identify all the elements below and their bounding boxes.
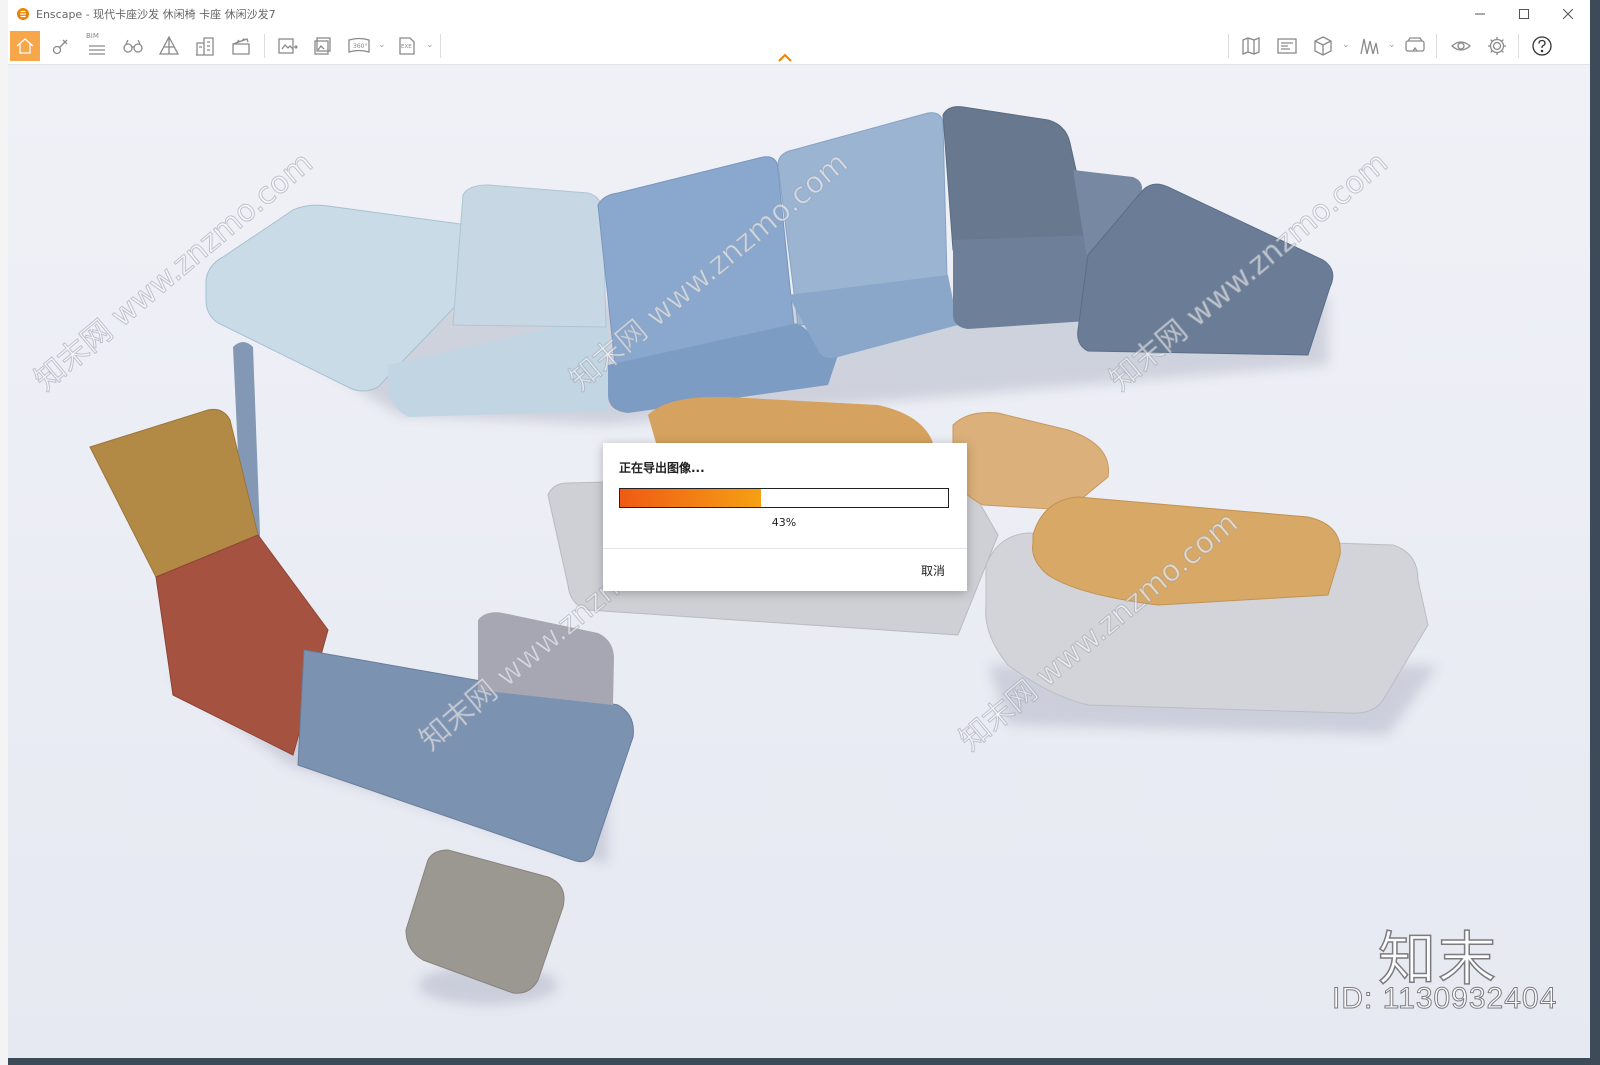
toolbar-separator <box>440 34 441 58</box>
buildings-icon <box>196 37 214 56</box>
visual-settings-button[interactable] <box>1354 31 1384 61</box>
progress-percent-label: 43% <box>771 516 797 529</box>
batch-render-icon <box>314 37 331 55</box>
binoculars-icon <box>123 39 143 53</box>
bim-label: BIM <box>86 32 99 40</box>
perspective-button[interactable] <box>154 31 184 61</box>
home-button[interactable] <box>10 31 40 61</box>
help-icon <box>1532 36 1552 56</box>
toolbar: BIM 360° ⌄ EXE ⌄ ⌄ ⌄ <box>8 28 1590 65</box>
enscape-logo-icon <box>17 8 29 20</box>
walk-mode-button[interactable] <box>118 31 148 61</box>
cancel-button[interactable]: 取消 <box>921 562 945 579</box>
help-button[interactable] <box>1527 31 1557 61</box>
watermark-id: ID: 1130932404 <box>1331 982 1558 1016</box>
dialog-title: 正在导出图像... <box>619 461 705 475</box>
cube-button[interactable] <box>1308 31 1338 61</box>
map-button[interactable] <box>1236 31 1266 61</box>
toolbar-separator <box>1436 34 1437 58</box>
dialog-divider <box>603 548 967 549</box>
vr-headset-button[interactable] <box>1400 31 1430 61</box>
toolbar-separator <box>1518 34 1519 58</box>
exe-label: EXE <box>401 44 412 50</box>
toolbar-separator <box>1228 34 1229 58</box>
small-ottoman <box>405 849 565 994</box>
visual-settings-icon <box>1360 38 1379 55</box>
home-icon <box>16 38 34 54</box>
paint-icon <box>52 39 68 55</box>
maximize-icon <box>1519 9 1529 19</box>
settings-button[interactable] <box>1482 31 1512 61</box>
toolbar-separator <box>264 34 265 58</box>
minimize-button[interactable] <box>1458 0 1502 28</box>
buildings-button[interactable] <box>190 31 220 61</box>
perspective-icon <box>158 35 180 55</box>
collapse-toolbar-button[interactable] <box>776 48 794 62</box>
window-controls <box>1458 0 1590 28</box>
sketch-mode-button[interactable] <box>1272 31 1302 61</box>
screenshot-icon <box>278 38 298 54</box>
material-paint-button[interactable] <box>46 31 76 61</box>
eye-icon <box>1451 41 1471 51</box>
background-window-edge <box>0 0 8 1065</box>
minimize-icon <box>1475 13 1485 15</box>
window-title: Enscape - 现代卡座沙发 休闲椅 卡座 休闲沙发7 <box>36 8 276 21</box>
cube-icon <box>1314 36 1332 56</box>
export-progress-dialog: 正在导出图像... 43% 取消 <box>603 443 967 591</box>
gear-icon <box>1488 37 1506 55</box>
title-bar: Enscape - 现代卡座沙发 休闲椅 卡座 休闲沙发7 <box>8 0 1590 28</box>
maximize-button[interactable] <box>1502 0 1546 28</box>
progress-bar <box>619 488 949 508</box>
batch-render-button[interactable] <box>308 31 338 61</box>
clapper-icon <box>232 38 250 55</box>
close-button[interactable] <box>1546 0 1590 28</box>
panorama-button[interactable]: 360° <box>344 31 374 61</box>
vr-headset-icon <box>1405 37 1425 52</box>
export-dropdown-icon[interactable]: ⌄ <box>426 40 434 50</box>
progress-bar-fill <box>620 489 762 507</box>
bim-button[interactable]: BIM <box>82 31 112 61</box>
map-icon <box>1242 37 1260 55</box>
panorama-icon: 360° <box>348 37 370 53</box>
panorama-dropdown-icon[interactable]: ⌄ <box>378 40 386 50</box>
export-exe-icon: EXE <box>399 37 415 55</box>
export-exe-button[interactable]: EXE <box>392 31 422 61</box>
sketch-icon <box>1277 38 1297 54</box>
chevron-up-icon <box>778 53 792 62</box>
close-icon <box>1563 9 1573 19</box>
visual-dropdown-icon[interactable]: ⌄ <box>1388 40 1396 50</box>
render-viewport[interactable]: 知末网 www.znzmo.com 知末网 www.znzmo.com 知末网 … <box>8 65 1590 1058</box>
enscape-window: Enscape - 现代卡座沙发 休闲椅 卡座 休闲沙发7 BIM 360° ⌄… <box>8 0 1590 1058</box>
panorama-label: 360° <box>353 43 367 50</box>
screenshot-button[interactable] <box>272 31 302 61</box>
cube-dropdown-icon[interactable]: ⌄ <box>1342 40 1350 50</box>
view-visibility-button[interactable] <box>1446 31 1476 61</box>
video-editor-button[interactable] <box>226 31 256 61</box>
